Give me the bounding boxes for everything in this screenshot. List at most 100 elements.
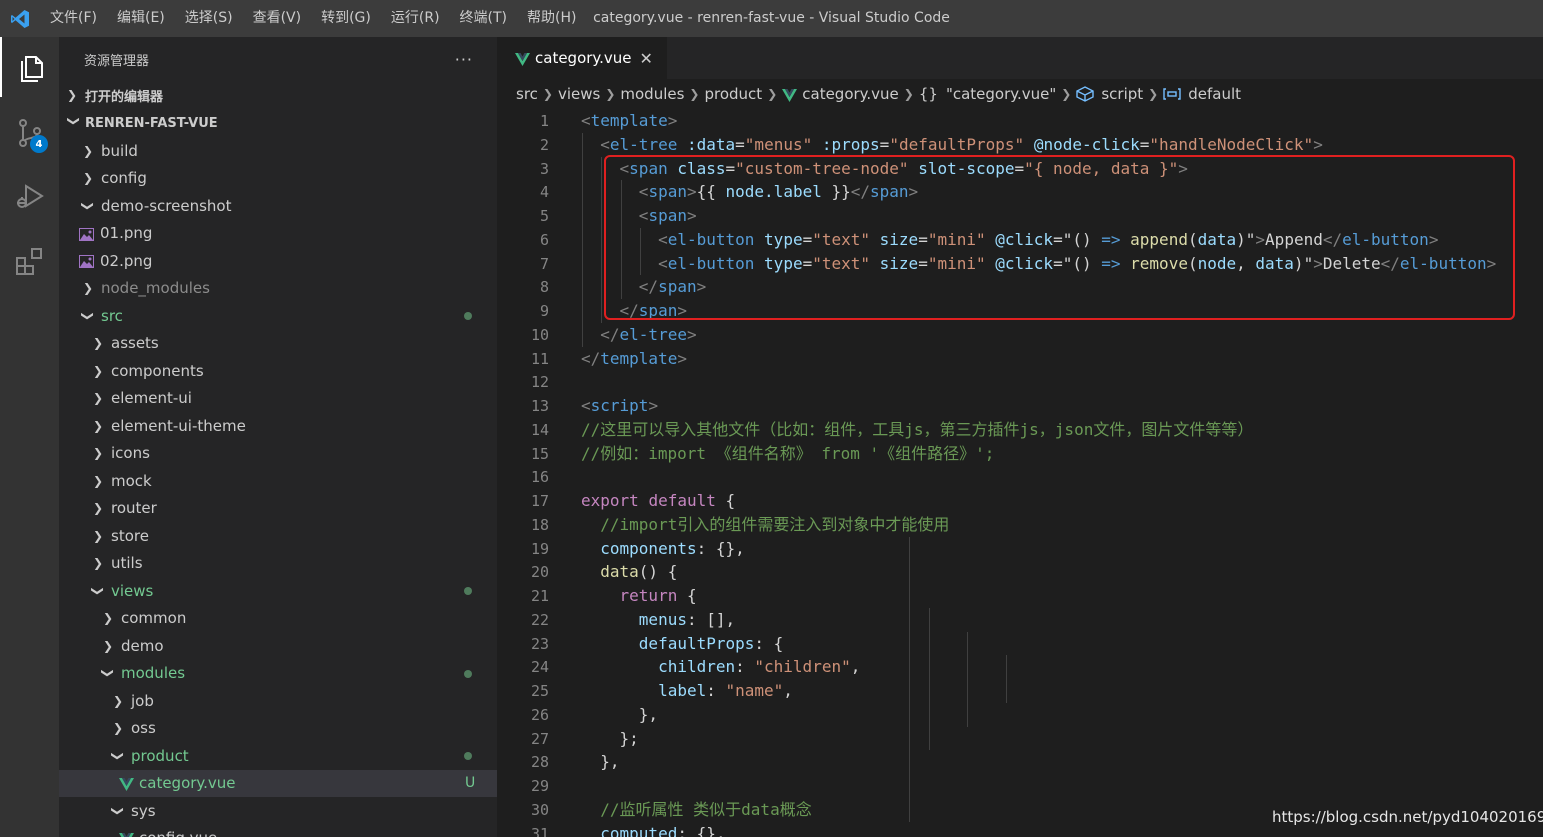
vue-file-icon [119,777,134,791]
chevron-right-icon: ❯ [767,87,778,101]
line-text: //监听属性 类似于data概念 [600,799,812,819]
tree-folder[interactable]: ❯ demo [59,632,497,660]
tree-item-label: store [111,526,149,545]
line-number: 12 [530,373,549,392]
tree-folder[interactable]: ❯ job [59,687,497,715]
breadcrumb-item[interactable]: default [1188,85,1241,103]
tree-item-label: common [121,609,187,628]
code-line: 16 [497,465,1543,489]
breadcrumb-item[interactable]: src [516,85,538,103]
git-modified-dot [464,669,472,678]
breadcrumb-item[interactable]: product [704,85,762,103]
menu-item[interactable]: 文件(F) [40,0,107,37]
tree-folder[interactable]: ❯ common [59,605,497,633]
tree-folder[interactable]: ❯ product [59,742,497,770]
menu-bar: 文件(F) 编辑(E) 选择(S) 查看(V) 转到(G) 运行(R) 终端(T) 帮助(H) [40,0,586,37]
tree-folder[interactable]: ❯ node_modules [59,275,497,303]
tree-folder[interactable]: ❯ utils [59,550,497,578]
image-file-icon [79,254,94,269]
tree-item-label: router [111,499,157,518]
menu-item[interactable]: 转到(G) [311,0,381,37]
chevron-right-icon: ❯ [1148,87,1159,101]
line-number: 19 [530,539,549,558]
open-editors-section[interactable]: ❯ 打开的编辑器 [59,81,497,109]
tree-folder[interactable]: ❯ mock [59,467,497,495]
code-line: 20 data() { [497,560,1543,584]
breadcrumb-item[interactable]: views [558,85,600,103]
tree-file[interactable]: config.vue [59,825,497,837]
activity-bar: 4 [0,37,59,837]
tree-folder[interactable]: ❯ build [59,137,497,165]
menu-item[interactable]: 编辑(E) [107,0,175,37]
chevron-down-icon: ❯ [81,200,95,211]
source-control-icon[interactable]: 4 [0,103,59,163]
tree-file[interactable]: 01.png [59,220,497,248]
line-text: defaultProps: { [638,633,784,653]
line-number: 27 [530,729,549,748]
line-number: 10 [530,325,549,344]
breadcrumb-item[interactable]: modules [620,85,684,103]
code-line: 24 children: "children", [497,655,1543,679]
tree-folder[interactable]: ❯ components [59,357,497,385]
tree-folder[interactable]: ❯ router [59,495,497,523]
tab-close-icon[interactable]: ✕ [640,49,653,68]
line-text: //例如：import 《组件名称》 from '《组件路径》'; [581,443,995,463]
breadcrumb-item[interactable]: category.vue [802,85,899,103]
tree-folder[interactable]: ❯ icons [59,440,497,468]
code-line: 10 </el-tree> [497,323,1543,347]
menu-item[interactable]: 终端(T) [450,0,517,37]
code-line: 12 [497,370,1543,394]
tree-folder[interactable]: ❯ views [59,577,497,605]
tree-folder[interactable]: ❯ config [59,165,497,193]
code-line: 29 [497,774,1543,798]
tree-folder[interactable]: ❯ modules [59,660,497,688]
breadcrumb-item[interactable]: "category.vue" [946,85,1056,103]
menu-item[interactable]: 运行(R) [381,0,450,37]
tree-item-label: demo [121,636,164,655]
tree-item-label: element-ui [111,389,192,408]
tree-item-label: views [111,581,154,600]
line-text: }, [581,752,620,772]
tree-folder[interactable]: ❯ store [59,522,497,550]
line-text: export default { [581,491,736,510]
chevron-right-icon: ❯ [92,391,104,406]
tree-folder[interactable]: ❯ assets [59,330,497,358]
run-debug-icon[interactable] [0,167,59,227]
chevron-right-icon: ❯ [903,87,914,101]
tree-file[interactable]: category.vue U [59,769,497,797]
line-number: 7 [539,254,549,273]
tree-item-label: modules [121,664,186,683]
tree-folder[interactable]: ❯ element-ui-theme [59,412,497,440]
tree-folder[interactable]: ❯ oss [59,715,497,743]
project-section[interactable]: ❯ RENREN-FAST-VUE [59,109,497,137]
sidebar-title: 资源管理器 [84,53,150,69]
line-number: 6 [539,230,549,249]
line-number: 9 [539,302,549,320]
indent-guide [601,156,603,323]
menu-item[interactable]: 查看(V) [243,0,312,37]
tree-folder[interactable]: ❯ demo-screenshot [59,192,497,220]
tab-label: category.vue [535,49,632,67]
line-text: components: {}, [600,538,745,558]
breadcrumb-item[interactable]: script [1101,85,1143,103]
tree-item-label: config.vue [139,829,217,837]
tree-item-label: assets [111,334,159,353]
indent-guide [909,536,911,822]
tree-file[interactable]: 02.png [59,247,497,275]
menu-item[interactable]: 帮助(H) [517,0,586,37]
more-actions-icon[interactable]: ··· [455,50,473,69]
code-line: 2 <el-tree :data="menus" :props="default… [497,133,1543,157]
tab-category-vue[interactable]: category.vue ✕ [497,37,667,79]
tree-folder[interactable]: ❯ sys [59,797,497,825]
tree-folder[interactable]: ❯ src [59,302,497,330]
chevron-right-icon: ❯ [92,556,104,571]
highlight-annotation-box [604,155,1515,320]
extensions-icon[interactable] [0,231,59,291]
tree-item-label: category.vue [139,774,236,793]
line-number: 20 [530,563,549,582]
tree-folder[interactable]: ❯ element-ui [59,385,497,413]
menu-item[interactable]: 选择(S) [175,0,243,37]
line-text: <template> [581,111,678,130]
chevron-right-icon: ❯ [92,528,104,543]
explorer-icon[interactable] [0,37,59,97]
